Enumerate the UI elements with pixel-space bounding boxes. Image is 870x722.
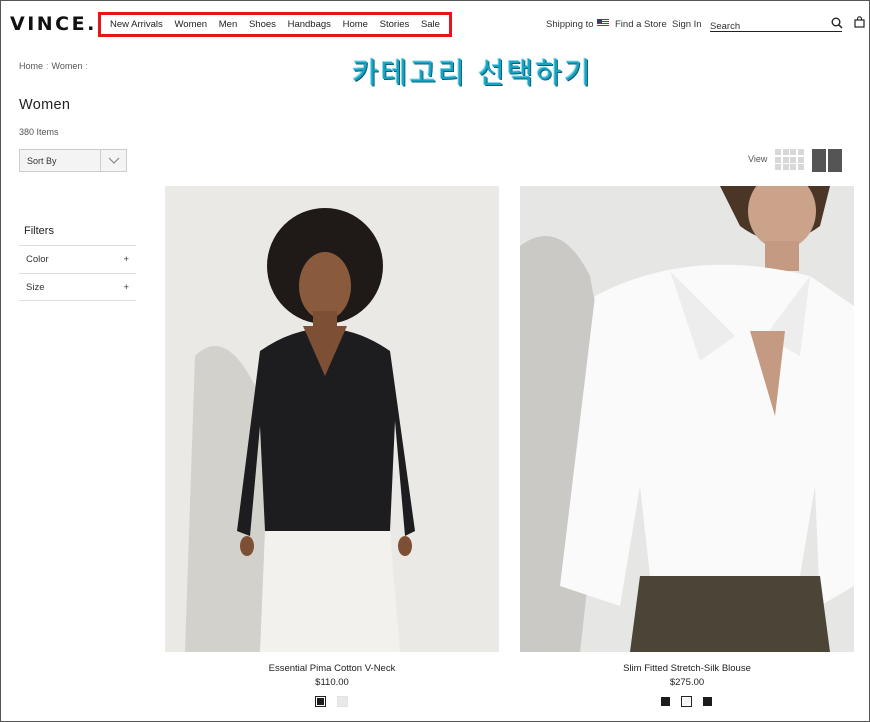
sort-dropdown[interactable]: Sort By	[19, 149, 127, 172]
product-price: $110.00	[315, 677, 349, 688]
search-input[interactable]	[710, 18, 820, 32]
filter-size[interactable]: Size +	[19, 273, 136, 301]
product-name[interactable]: Slim Fitted Stretch-Silk Blouse	[520, 663, 854, 674]
plus-icon: +	[123, 254, 129, 265]
grid-four-column-icon[interactable]	[775, 149, 805, 172]
nav-men[interactable]: Men	[219, 19, 237, 30]
overlay-annotation: 카테고리 선택하기	[352, 56, 593, 90]
filter-color[interactable]: Color +	[19, 245, 136, 273]
swatch-black[interactable]	[315, 696, 326, 707]
search-icon[interactable]	[831, 17, 843, 29]
view-label: View	[748, 154, 768, 164]
find-store-link[interactable]: Find a Store	[615, 19, 667, 30]
swatch-black[interactable]	[661, 697, 670, 706]
nav-handbags[interactable]: Handbags	[288, 19, 331, 30]
product-name[interactable]: Essential Pima Cotton V-Neck	[165, 663, 499, 674]
filter-color-label: Color	[26, 254, 49, 265]
breadcrumb: Home: Women:	[19, 61, 88, 71]
sort-label: Sort By	[27, 155, 57, 166]
nav-women[interactable]: Women	[175, 19, 208, 30]
nav-stories[interactable]: Stories	[380, 19, 410, 30]
swatch-white[interactable]	[681, 696, 692, 707]
item-count: 380 Items	[19, 127, 59, 137]
nav-new-arrivals[interactable]: New Arrivals	[110, 19, 163, 30]
filters-title: Filters	[24, 225, 54, 237]
filter-divider	[19, 300, 136, 301]
breadcrumb-home[interactable]: Home	[19, 61, 43, 71]
nav-shoes[interactable]: Shoes	[249, 19, 276, 30]
sign-in-link[interactable]: Sign In	[672, 19, 702, 30]
plus-icon: +	[123, 282, 129, 293]
category-nav: New Arrivals Women Men Shoes Handbags Ho…	[98, 12, 452, 37]
breadcrumb-women[interactable]: Women	[52, 61, 83, 71]
page-title: Women	[19, 97, 71, 113]
flag-us-icon	[596, 19, 609, 27]
search-bar	[710, 16, 842, 32]
grid-two-column-icon[interactable]	[812, 149, 842, 172]
swatch-black-alt[interactable]	[703, 697, 712, 706]
shipping-label: Shipping to	[546, 19, 594, 30]
bag-icon[interactable]	[854, 16, 865, 28]
product-image-blouse[interactable]	[520, 186, 854, 652]
nav-sale[interactable]: Sale	[421, 19, 440, 30]
shipping-selector[interactable]: Shipping to	[546, 19, 609, 30]
product-price: $275.00	[669, 677, 705, 688]
vince-logo[interactable]: VINCE.	[10, 13, 97, 35]
chevron-down-icon	[100, 150, 126, 171]
swatch-white[interactable]	[337, 696, 348, 707]
product-image-vneck[interactable]	[165, 186, 499, 652]
filter-size-label: Size	[26, 282, 45, 293]
nav-home[interactable]: Home	[343, 19, 368, 30]
